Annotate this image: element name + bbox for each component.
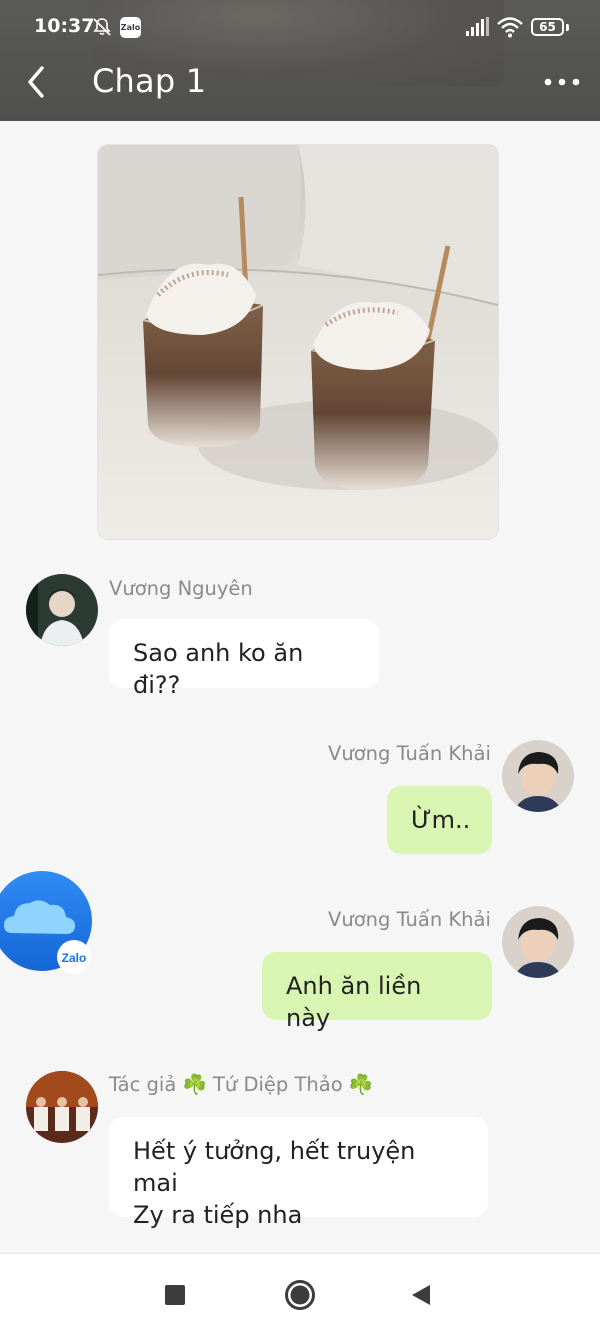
sender-name: Vương Tuấn Khải (328, 742, 491, 765)
status-time: 10:37 (34, 15, 95, 37)
system-navigation-bar (0, 1253, 600, 1334)
shared-photo-iced-coffee[interactable] (98, 145, 498, 539)
battery-indicator: 65 (531, 18, 564, 36)
message-text-line: Hết ý tưởng, hết truyện mai (133, 1137, 416, 1197)
ellipsis-icon[interactable] (540, 68, 584, 96)
message-bubble-incoming[interactable]: Hết ý tưởng, hết truyện mai Zy ra tiếp n… (109, 1117, 488, 1229)
message-bubble-outgoing[interactable]: Anh ăn liền này (262, 952, 492, 1032)
status-bar: 10:37 Zalo 65 (0, 0, 600, 56)
clover-emoji: ☘️ (348, 1073, 374, 1096)
avatar-image (502, 906, 574, 978)
zalo-app-icon: Zalo (120, 17, 141, 38)
avatar-vuong-nguyen[interactable] (26, 574, 98, 646)
coffee-photo-illustration (98, 145, 498, 539)
avatar-image (26, 1071, 98, 1143)
message-text: Anh ăn liền này (286, 972, 422, 1032)
zalo-cloud-icon: Zalo (0, 871, 92, 974)
message-text: Sao anh ko ăn đi?? (133, 639, 304, 699)
chat-header: 10:37 Zalo 65 Chap 1 (0, 0, 600, 121)
avatar-image (26, 574, 98, 646)
battery-tip (566, 24, 569, 31)
wifi-icon (497, 17, 523, 38)
avatar-vuong-tuan-khai[interactable] (502, 906, 574, 978)
avatar-tac-gia[interactable] (26, 1071, 98, 1143)
recent-apps-square-icon[interactable] (164, 1284, 186, 1306)
clover-emoji: ☘️ (182, 1073, 207, 1096)
message-bubble-incoming[interactable]: Sao anh ko ăn đi?? (109, 619, 379, 699)
sender-prefix: Tác giả (109, 1073, 177, 1096)
chat-title: Chap 1 (92, 62, 207, 100)
sender-name: Vương Nguyên (109, 577, 253, 600)
zalo-badge-text: Zalo (62, 951, 87, 965)
chevron-left-icon[interactable] (20, 62, 56, 102)
message-bubble-outgoing[interactable]: Ừm.. (387, 786, 492, 854)
message-text-line: Zy ra tiếp nha (133, 1201, 303, 1229)
avatar-vuong-tuan-khai[interactable] (502, 740, 574, 812)
floating-zalo-chat-head[interactable]: Zalo (0, 871, 94, 975)
message-text: Ừm.. (411, 806, 471, 834)
back-triangle-icon[interactable] (409, 1283, 433, 1307)
signal-icon (466, 17, 489, 36)
mute-bell-icon (93, 18, 111, 36)
home-circle-icon[interactable] (284, 1279, 316, 1311)
avatar-image (502, 740, 574, 812)
sender-name: Vương Tuấn Khải (328, 908, 491, 931)
sender-name: Tác giả ☘️ Tứ Diệp Thảo ☘️ (109, 1073, 373, 1096)
sender-name-text: Tứ Diệp Thảo (213, 1073, 343, 1096)
